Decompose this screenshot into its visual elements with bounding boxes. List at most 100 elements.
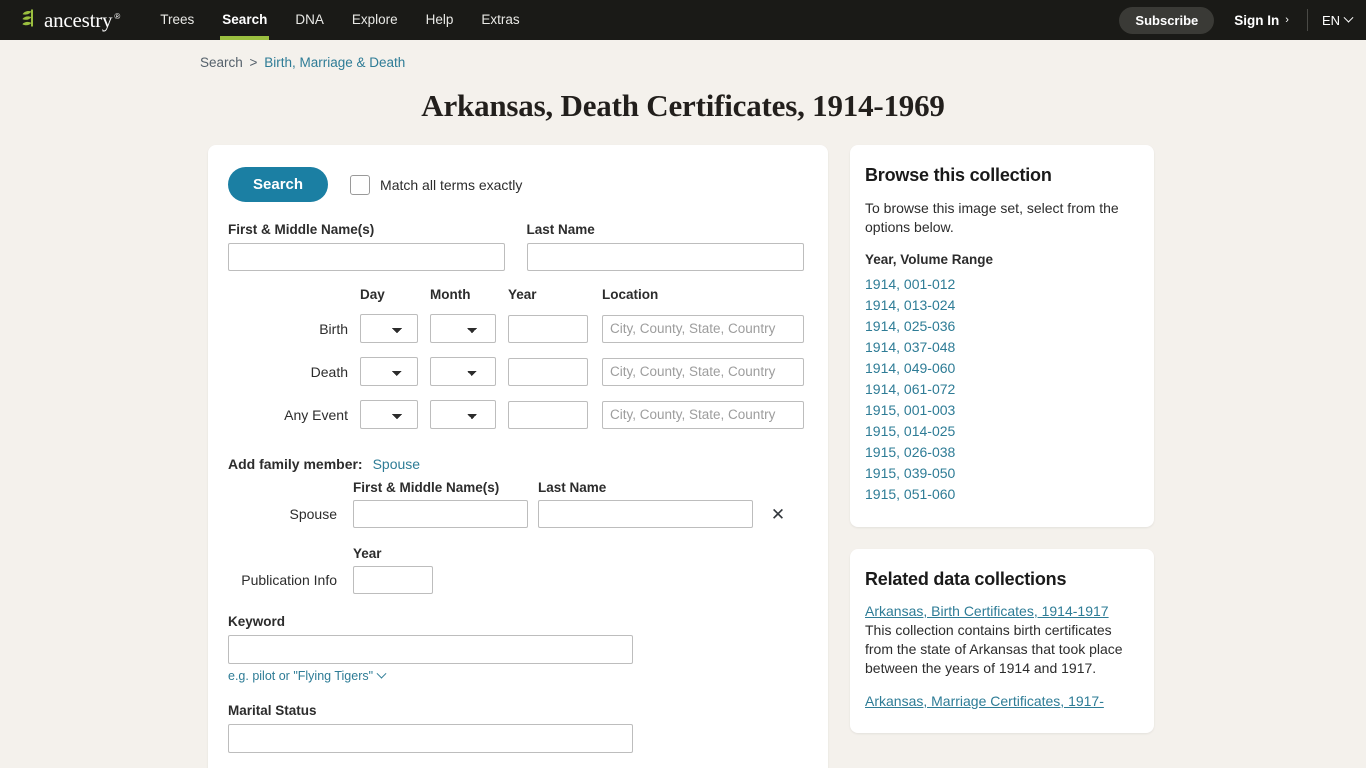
- marital-status-input[interactable]: [228, 724, 633, 753]
- header-actions: Subscribe Sign In › EN: [1119, 0, 1354, 40]
- browse-link[interactable]: 1914, 061-072: [865, 379, 1134, 400]
- any-event-month-select[interactable]: [430, 400, 496, 429]
- death-day-select[interactable]: [360, 357, 418, 386]
- death-month-select[interactable]: [430, 357, 496, 386]
- match-exact-checkbox[interactable]: [350, 174, 371, 195]
- publication-year-cell: [353, 566, 433, 594]
- sidebar: Browse this collection To browse this im…: [850, 145, 1154, 733]
- death-location-input[interactable]: [602, 357, 804, 386]
- top-navigation-bar: ancestry ® Trees Search DNA Explore Help…: [0, 0, 1366, 40]
- first-name-label: First & Middle Name(s): [228, 222, 375, 237]
- event-date-grid: Day Month Year Location Birth Death: [228, 287, 804, 436]
- search-button[interactable]: Search: [228, 167, 329, 202]
- nav-item-extras[interactable]: Extras: [467, 0, 533, 40]
- publication-row-label: Publication Info: [241, 572, 337, 588]
- related-item: Arkansas, Birth Certificates, 1914-1917 …: [865, 603, 1134, 679]
- nav-item-trees[interactable]: Trees: [146, 0, 208, 40]
- any-event-location-input[interactable]: [602, 400, 804, 429]
- spouse-first-name-header: First & Middle Name(s): [353, 480, 500, 495]
- publication-year-input[interactable]: [353, 566, 433, 594]
- sign-in-button[interactable]: Sign In ›: [1234, 13, 1289, 28]
- browse-link[interactable]: 1915, 051-060: [865, 484, 1134, 505]
- birth-month-cell: [430, 307, 496, 350]
- browse-panel-title: Browse this collection: [865, 165, 1052, 185]
- spouse-last-name-input[interactable]: [538, 500, 753, 528]
- publication-info-grid: Year Publication Info: [228, 546, 804, 594]
- location-header: Location: [602, 287, 659, 302]
- publication-year-header: Year: [353, 546, 382, 561]
- related-panel-title: Related data collections: [865, 568, 1067, 589]
- any-event-year-input[interactable]: [508, 400, 588, 429]
- leaf-icon: [20, 8, 42, 33]
- remove-spouse-icon[interactable]: ✕: [763, 506, 793, 523]
- birth-day-select[interactable]: [360, 314, 418, 343]
- nav-item-dna[interactable]: DNA: [281, 0, 338, 40]
- search-actions-row: Search Match all terms exactly: [228, 167, 804, 202]
- birth-row-label: Birth: [319, 320, 348, 337]
- subscribe-button[interactable]: Subscribe: [1119, 6, 1215, 34]
- first-name-input[interactable]: [228, 243, 505, 271]
- any-event-row-label: Any Event: [284, 406, 348, 423]
- browse-link[interactable]: 1914, 001-012: [865, 274, 1134, 295]
- browse-link[interactable]: 1915, 039-050: [865, 463, 1134, 484]
- death-day-cell: [360, 350, 418, 393]
- chevron-right-icon: ›: [1285, 14, 1289, 26]
- nav-item-help[interactable]: Help: [412, 0, 468, 40]
- language-selector[interactable]: EN: [1321, 12, 1354, 28]
- breadcrumb-current[interactable]: Birth, Marriage & Death: [264, 55, 405, 70]
- birth-day-cell: [360, 307, 418, 350]
- last-name-input[interactable]: [526, 243, 804, 271]
- browse-link[interactable]: 1915, 026-038: [865, 442, 1134, 463]
- death-month-cell: [430, 350, 496, 393]
- death-year-cell: [508, 351, 590, 393]
- ancestry-logo[interactable]: ancestry ®: [14, 8, 120, 33]
- related-collections-panel: Related data collections Arkansas, Birth…: [850, 548, 1154, 733]
- spouse-first-name-input[interactable]: [353, 500, 528, 528]
- any-event-location-cell: [602, 394, 804, 436]
- related-collection-link[interactable]: Arkansas, Marriage Certificates, 1917-: [865, 693, 1104, 709]
- birth-location-cell: [602, 308, 804, 350]
- browse-panel-description: To browse this image set, select from th…: [865, 200, 1119, 236]
- browse-link[interactable]: 1914, 037-048: [865, 337, 1134, 358]
- browse-link[interactable]: 1915, 014-025: [865, 421, 1134, 442]
- logo-wordmark: ancestry: [44, 7, 113, 32]
- keyword-group: Keyword e.g. pilot or "Flying Tigers": [228, 614, 804, 683]
- day-header: Day: [360, 287, 385, 302]
- match-exact-checkbox-row[interactable]: Match all terms exactly: [350, 174, 523, 195]
- any-event-year-cell: [508, 394, 590, 436]
- related-collection-description: This collection contains birth certifica…: [865, 621, 1123, 677]
- any-event-day-cell: [360, 393, 418, 436]
- year-header: Year: [508, 287, 537, 302]
- nav-item-explore[interactable]: Explore: [338, 0, 412, 40]
- breadcrumb: Search > Birth, Marriage & Death: [0, 40, 1366, 70]
- match-exact-label: Match all terms exactly: [380, 176, 523, 193]
- logo-trademark: ®: [114, 11, 121, 21]
- browse-panel-subheading: Year, Volume Range: [865, 251, 994, 267]
- page-content: Search Match all terms exactly First & M…: [0, 124, 1366, 768]
- page-title: Arkansas, Death Certificates, 1914-1969: [421, 88, 945, 123]
- any-event-day-select[interactable]: [360, 400, 418, 429]
- birth-year-input[interactable]: [508, 314, 588, 343]
- keyword-hint-toggle[interactable]: e.g. pilot or "Flying Tigers": [228, 668, 804, 683]
- any-event-month-cell: [430, 393, 496, 436]
- chevron-down-icon: [376, 668, 387, 679]
- breadcrumb-separator: >: [249, 55, 258, 70]
- language-label: EN: [1321, 12, 1340, 28]
- keyword-input[interactable]: [228, 635, 633, 664]
- nav-item-search[interactable]: Search: [208, 0, 281, 40]
- browse-link[interactable]: 1914, 013-024: [865, 295, 1134, 316]
- spouse-row-label: Spouse: [289, 506, 337, 522]
- browse-link[interactable]: 1914, 025-036: [865, 316, 1134, 337]
- add-spouse-link[interactable]: Spouse: [373, 456, 420, 472]
- related-collection-link[interactable]: Arkansas, Birth Certificates, 1914-1917: [865, 603, 1109, 619]
- death-location-cell: [602, 351, 804, 393]
- death-year-input[interactable]: [508, 357, 588, 386]
- keyword-label: Keyword: [228, 614, 286, 629]
- birth-month-select[interactable]: [430, 314, 496, 343]
- breadcrumb-search[interactable]: Search: [200, 55, 243, 70]
- primary-nav-items: Trees Search DNA Explore Help Extras: [146, 0, 533, 40]
- birth-location-input[interactable]: [602, 314, 804, 343]
- last-name-label: Last Name: [526, 222, 595, 237]
- browse-link[interactable]: 1914, 049-060: [865, 358, 1134, 379]
- browse-link[interactable]: 1915, 001-003: [865, 400, 1134, 421]
